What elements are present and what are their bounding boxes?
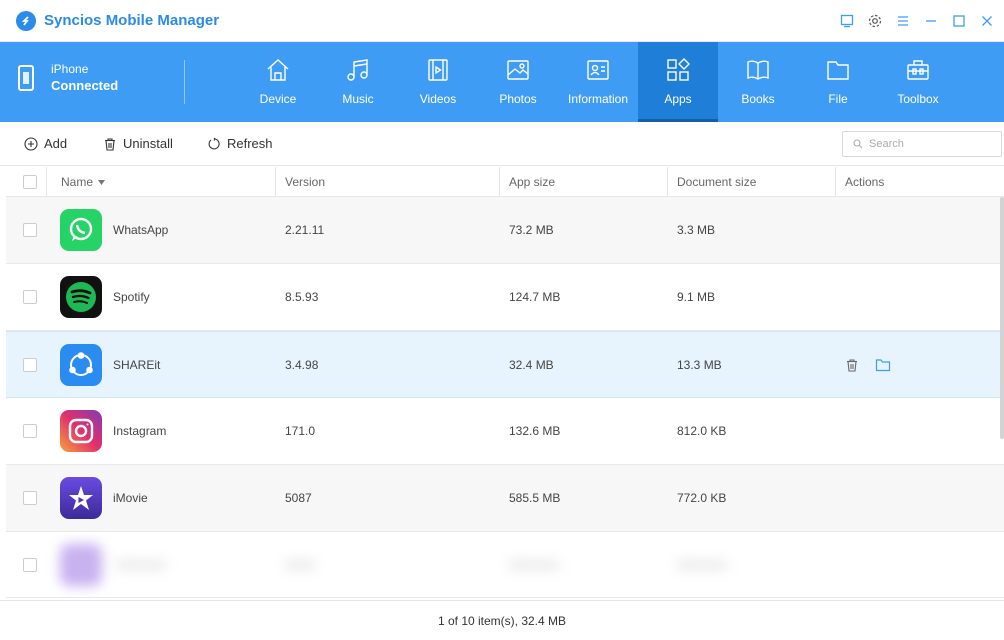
search-icon — [853, 139, 863, 149]
tab-videos[interactable]: Videos — [398, 42, 478, 122]
instagram-icon — [60, 410, 102, 452]
photo-icon — [505, 56, 531, 84]
apps-icon — [665, 56, 691, 84]
iphone-icon — [18, 64, 34, 91]
sort-desc-icon — [98, 179, 106, 185]
maximize-icon[interactable] — [950, 12, 968, 30]
row-checkbox[interactable] — [23, 332, 37, 397]
add-button[interactable]: Add — [24, 136, 67, 151]
tab-toolbox[interactable]: Toolbox — [878, 42, 958, 122]
table-header: Name Version App size Document size Acti… — [6, 167, 1004, 197]
blurred-placeholder — [677, 532, 727, 597]
open-app-folder-icon[interactable] — [875, 358, 891, 372]
app-name: WhatsApp — [113, 223, 169, 237]
document-size: 3.3 MB — [677, 223, 716, 237]
document-size: 812.0 KB — [677, 424, 727, 438]
tab-file[interactable]: File — [798, 42, 878, 122]
column-header-version[interactable]: Version — [275, 167, 499, 197]
app-size: 32.4 MB — [509, 357, 554, 372]
add-circle-icon — [24, 136, 38, 151]
app-size: 73.2 MB — [509, 223, 554, 237]
table-row-selected[interactable]: SHAREit 3.4.98 32.4 MB 13.3 MB — [6, 331, 1004, 398]
toolbox-icon — [905, 56, 931, 84]
nav-divider — [184, 60, 185, 104]
device-name: iPhone — [51, 62, 89, 76]
title-bar: Syncios Mobile Manager — [0, 0, 1004, 42]
refresh-button[interactable]: Refresh — [207, 136, 273, 151]
action-toolbar: Add Uninstall Refresh — [0, 122, 1004, 166]
app-version: 3.4.98 — [285, 357, 319, 372]
app-size: 585.5 MB — [509, 491, 561, 505]
row-checkbox[interactable] — [23, 398, 37, 464]
app-version: 2.21.11 — [285, 223, 325, 237]
select-all-checkbox[interactable] — [23, 167, 37, 197]
search-box[interactable] — [842, 131, 1002, 157]
trash-icon — [103, 137, 117, 151]
table-row-blurred[interactable] — [6, 532, 1004, 598]
menu-icon[interactable] — [894, 12, 912, 30]
document-size: 9.1 MB — [677, 290, 716, 304]
row-checkbox[interactable] — [23, 197, 37, 263]
row-actions — [845, 332, 891, 397]
app-version: 5087 — [285, 491, 312, 505]
row-checkbox[interactable] — [23, 465, 37, 531]
app-title: Syncios Mobile Manager — [44, 12, 220, 29]
tab-books[interactable]: Books — [718, 42, 798, 122]
app-size: 132.6 MB — [509, 424, 561, 438]
app-version: 8.5.93 — [285, 290, 319, 304]
imovie-icon — [60, 477, 102, 519]
column-header-app-size[interactable]: App size — [499, 167, 667, 197]
video-icon — [425, 56, 451, 84]
minimize-icon[interactable] — [922, 12, 940, 30]
tab-photos[interactable]: Photos — [478, 42, 558, 122]
search-input[interactable] — [869, 138, 989, 150]
app-name: Spotify — [113, 290, 150, 304]
folder-icon — [825, 56, 851, 84]
book-icon — [745, 56, 771, 84]
tab-information[interactable]: Information — [558, 42, 638, 122]
table-scrollbar[interactable] — [1000, 197, 1004, 439]
device-connection-status: Connected — [51, 78, 119, 93]
blurred-app-placeholder — [60, 532, 166, 597]
row-checkbox[interactable] — [23, 264, 37, 330]
column-header-name[interactable]: Name — [46, 167, 275, 197]
row-checkbox[interactable] — [23, 532, 37, 597]
tab-apps[interactable]: Apps — [638, 42, 718, 122]
blurred-placeholder — [285, 532, 315, 597]
blurred-placeholder — [509, 532, 559, 597]
column-header-document-size[interactable]: Document size — [667, 167, 835, 197]
app-size: 124.7 MB — [509, 290, 561, 304]
feedback-icon[interactable] — [838, 12, 856, 30]
column-header-actions: Actions — [835, 167, 1004, 197]
status-bar: 1 of 10 item(s), 32.4 MB — [0, 600, 1004, 640]
settings-gear-icon[interactable] — [866, 12, 884, 30]
tab-music[interactable]: Music — [318, 42, 398, 122]
app-name: SHAREit — [113, 357, 161, 372]
tab-device[interactable]: Device — [238, 42, 318, 122]
table-row[interactable]: Spotify 8.5.93 124.7 MB 9.1 MB — [6, 264, 1004, 331]
app-version: 171.0 — [285, 424, 316, 438]
main-nav-bar: iPhone Connected Device Music Videos Pho… — [0, 42, 1004, 122]
uninstall-button[interactable]: Uninstall — [103, 136, 173, 151]
whatsapp-icon — [60, 209, 102, 251]
table-row[interactable]: Instagram 171.0 132.6 MB 812.0 KB — [6, 398, 1004, 465]
table-row[interactable]: WhatsApp 2.21.11 73.2 MB 3.3 MB — [6, 197, 1004, 264]
contact-card-icon — [585, 56, 611, 84]
refresh-icon — [207, 137, 221, 151]
spotify-icon — [60, 276, 102, 318]
home-icon — [265, 56, 291, 84]
delete-app-trash-icon[interactable] — [845, 358, 859, 372]
app-name: iMovie — [113, 491, 148, 505]
device-status[interactable]: iPhone Connected — [18, 62, 118, 93]
close-icon[interactable] — [978, 12, 996, 30]
shareit-icon — [60, 343, 102, 386]
music-icon — [345, 56, 371, 84]
selection-summary: 1 of 10 item(s), 32.4 MB — [437, 613, 567, 628]
document-size: 772.0 KB — [677, 491, 727, 505]
table-row[interactable]: iMovie 5087 585.5 MB 772.0 KB — [6, 465, 1004, 532]
app-name: Instagram — [113, 424, 167, 438]
syncios-logo-icon — [16, 10, 36, 31]
document-size: 13.3 MB — [677, 357, 722, 372]
